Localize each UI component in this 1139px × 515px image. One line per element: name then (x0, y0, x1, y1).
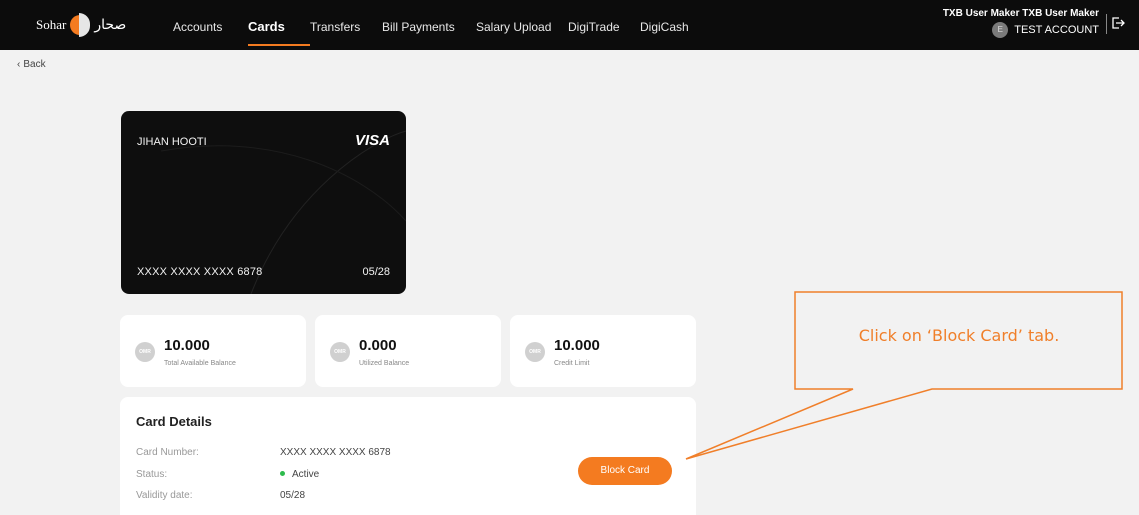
callout-text: Click on ‘Block Card’ tab. (858, 326, 1060, 345)
callout-shape (685, 291, 1123, 460)
